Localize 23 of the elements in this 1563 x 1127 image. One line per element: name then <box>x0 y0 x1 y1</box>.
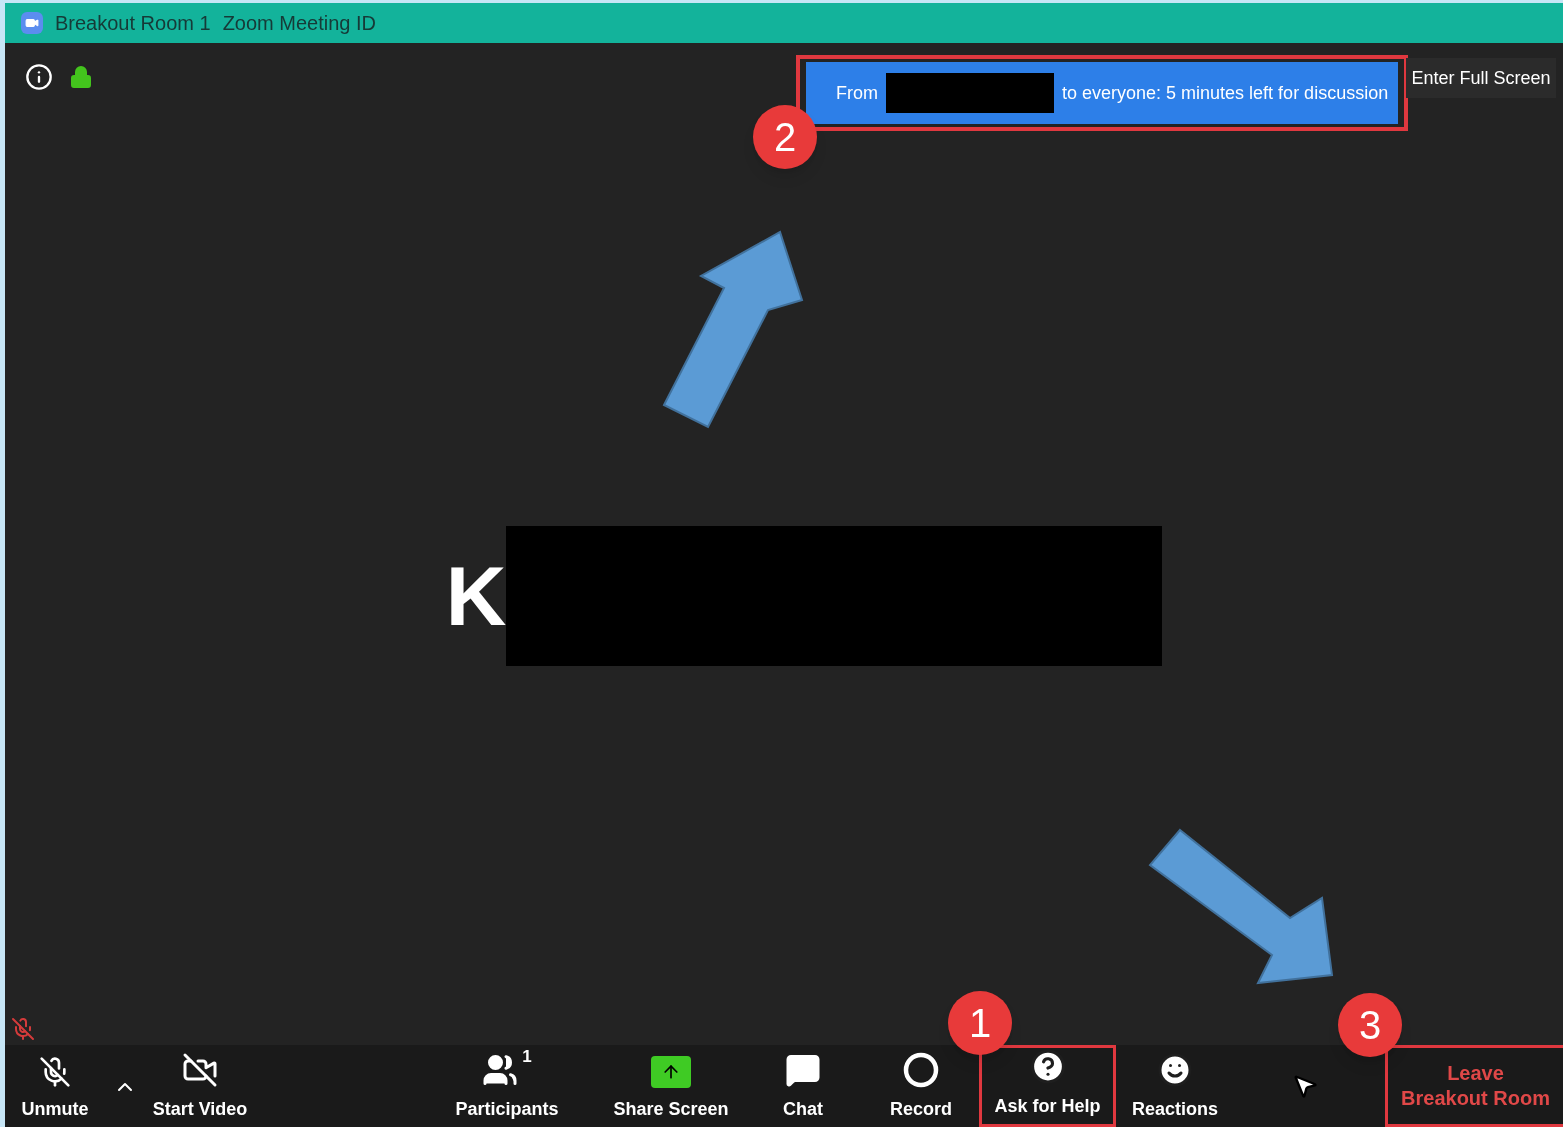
camera-app-icon <box>21 12 43 34</box>
toolbar-button[interactable]: Reactions <box>1125 1045 1225 1127</box>
muted-mic-icon <box>11 1017 35 1041</box>
window-title: Breakout Room 1 <box>55 11 211 36</box>
toolbar-button[interactable]: Start Video <box>145 1045 255 1127</box>
toolbar-button[interactable]: Ask for Help <box>979 1045 1116 1127</box>
notification-message: to everyone: 5 minutes left for discussion <box>1062 81 1389 105</box>
notification-prefix: From <box>836 81 878 105</box>
full-screen-button[interactable]: Enter Full Screen <box>1406 58 1556 98</box>
toolbar-button[interactable]: Chat <box>763 1045 843 1127</box>
share-screen-icon <box>651 1056 691 1088</box>
people-icon <box>482 1052 519 1088</box>
lock-icon[interactable] <box>69 63 93 91</box>
meeting-id-label: Zoom Meeting ID <box>222 11 377 36</box>
participant-name: K <box>445 548 507 645</box>
record-icon <box>903 1052 939 1088</box>
toolbar-button[interactable]: 1 Participants <box>447 1045 567 1127</box>
participant-count: 1 <box>522 1046 532 1068</box>
toolbar-button[interactable]: Unmute <box>5 1045 105 1127</box>
chat-bubble-icon <box>785 1052 821 1088</box>
info-icon[interactable] <box>25 63 53 91</box>
leave-breakout-room-button[interactable]: Leave Breakout Room <box>1385 1045 1563 1127</box>
toolbar-button[interactable]: Share Screen <box>611 1045 731 1127</box>
